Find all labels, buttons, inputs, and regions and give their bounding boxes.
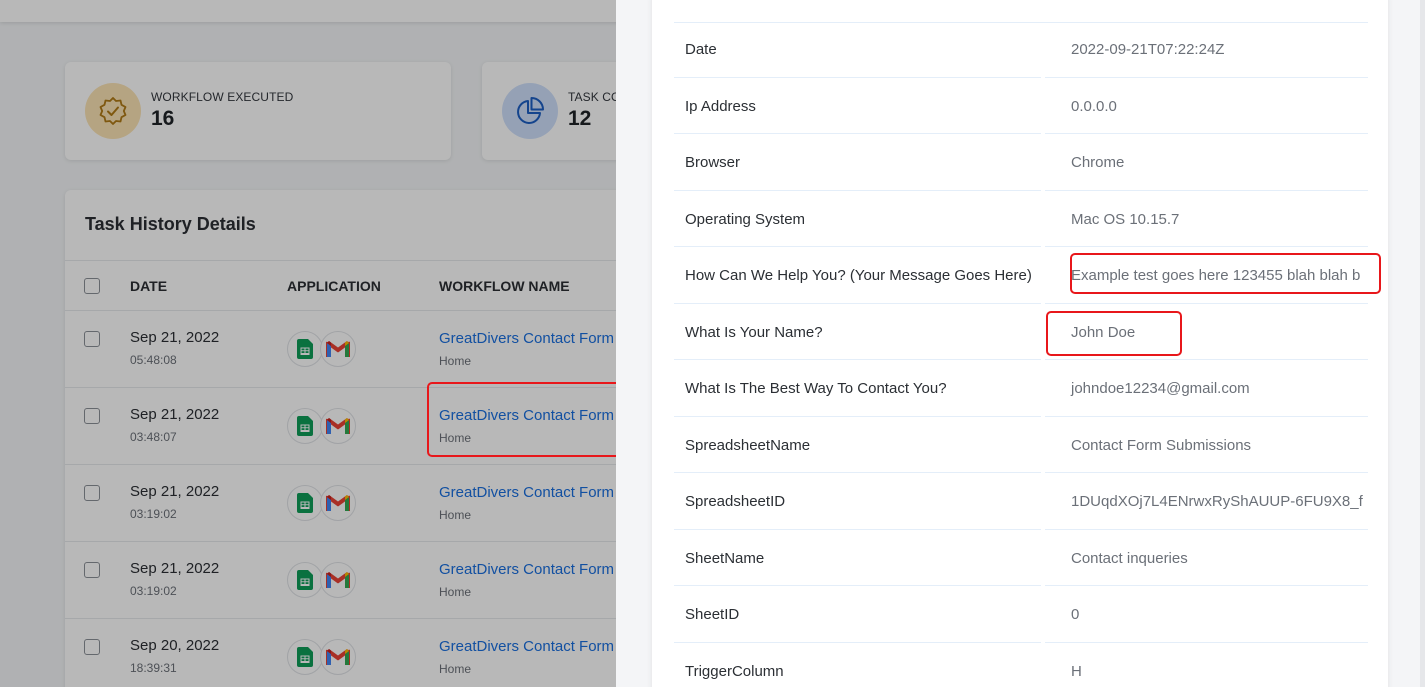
detail-key: What Is The Best Way To Contact You? — [674, 362, 1041, 417]
detail-row-trigger-column: TriggerColumn H — [674, 644, 1368, 687]
detail-key: Date — [674, 23, 1041, 78]
detail-key: TriggerColumn — [674, 645, 1041, 687]
detail-value: Chrome — [1045, 136, 1368, 191]
detail-value: 2022-09-21T07:22:24Z — [1045, 23, 1368, 78]
page: WORKFLOW EXECUTED 16 TASK CO 12 Task His… — [0, 0, 1425, 687]
detail-row-sheet-id: SheetID 0 — [674, 587, 1368, 644]
highlight-box — [427, 382, 622, 457]
detail-value: 1DUqdXOj7L4ENrwxRyShAUUP-6FU9X8_f — [1045, 475, 1368, 530]
scrollbar[interactable] — [1420, 0, 1425, 687]
detail-key: Operating System — [674, 193, 1041, 247]
detail-key: SpreadsheetName — [674, 419, 1041, 473]
detail-row-browser: Browser Chrome — [674, 135, 1368, 192]
detail-row-spreadsheet-id: SpreadsheetID 1DUqdXOj7L4ENrwxRyShAUUP-6… — [674, 474, 1368, 531]
highlight-box — [1070, 253, 1381, 294]
modal-backdrop[interactable] — [0, 0, 616, 687]
detail-row-date: Date 2022-09-21T07:22:24Z — [674, 22, 1368, 79]
detail-row-ip-address: Ip Address 0.0.0.0 — [674, 79, 1368, 136]
detail-value: 0 — [1045, 588, 1368, 643]
detail-value: Mac OS 10.15.7 — [1045, 193, 1368, 247]
detail-key: How Can We Help You? (Your Message Goes … — [674, 249, 1041, 304]
detail-row-contact: What Is The Best Way To Contact You? joh… — [674, 361, 1368, 418]
detail-row-sheet-name: SheetName Contact inqueries — [674, 531, 1368, 588]
detail-key: Ip Address — [674, 80, 1041, 134]
detail-key: SheetName — [674, 532, 1041, 586]
detail-row-spreadsheet-name: SpreadsheetName Contact Form Submissions — [674, 418, 1368, 475]
detail-key: SheetID — [674, 588, 1041, 643]
detail-value: johndoe12234@gmail.com — [1045, 362, 1368, 417]
detail-key: What Is Your Name? — [674, 306, 1041, 360]
detail-key: Browser — [674, 136, 1041, 191]
detail-value: 0.0.0.0 — [1045, 80, 1368, 134]
task-detail-panel: Date 2022-09-21T07:22:24Z Ip Address 0.0… — [616, 0, 1425, 687]
highlight-box — [1046, 311, 1182, 356]
detail-row-name: What Is Your Name? John Doe — [674, 305, 1368, 362]
detail-value: Contact inqueries — [1045, 532, 1368, 586]
detail-row-operating-system: Operating System Mac OS 10.15.7 — [674, 192, 1368, 249]
detail-value: Contact Form Submissions — [1045, 419, 1368, 473]
detail-key: SpreadsheetID — [674, 475, 1041, 530]
detail-value: H — [1045, 645, 1368, 687]
